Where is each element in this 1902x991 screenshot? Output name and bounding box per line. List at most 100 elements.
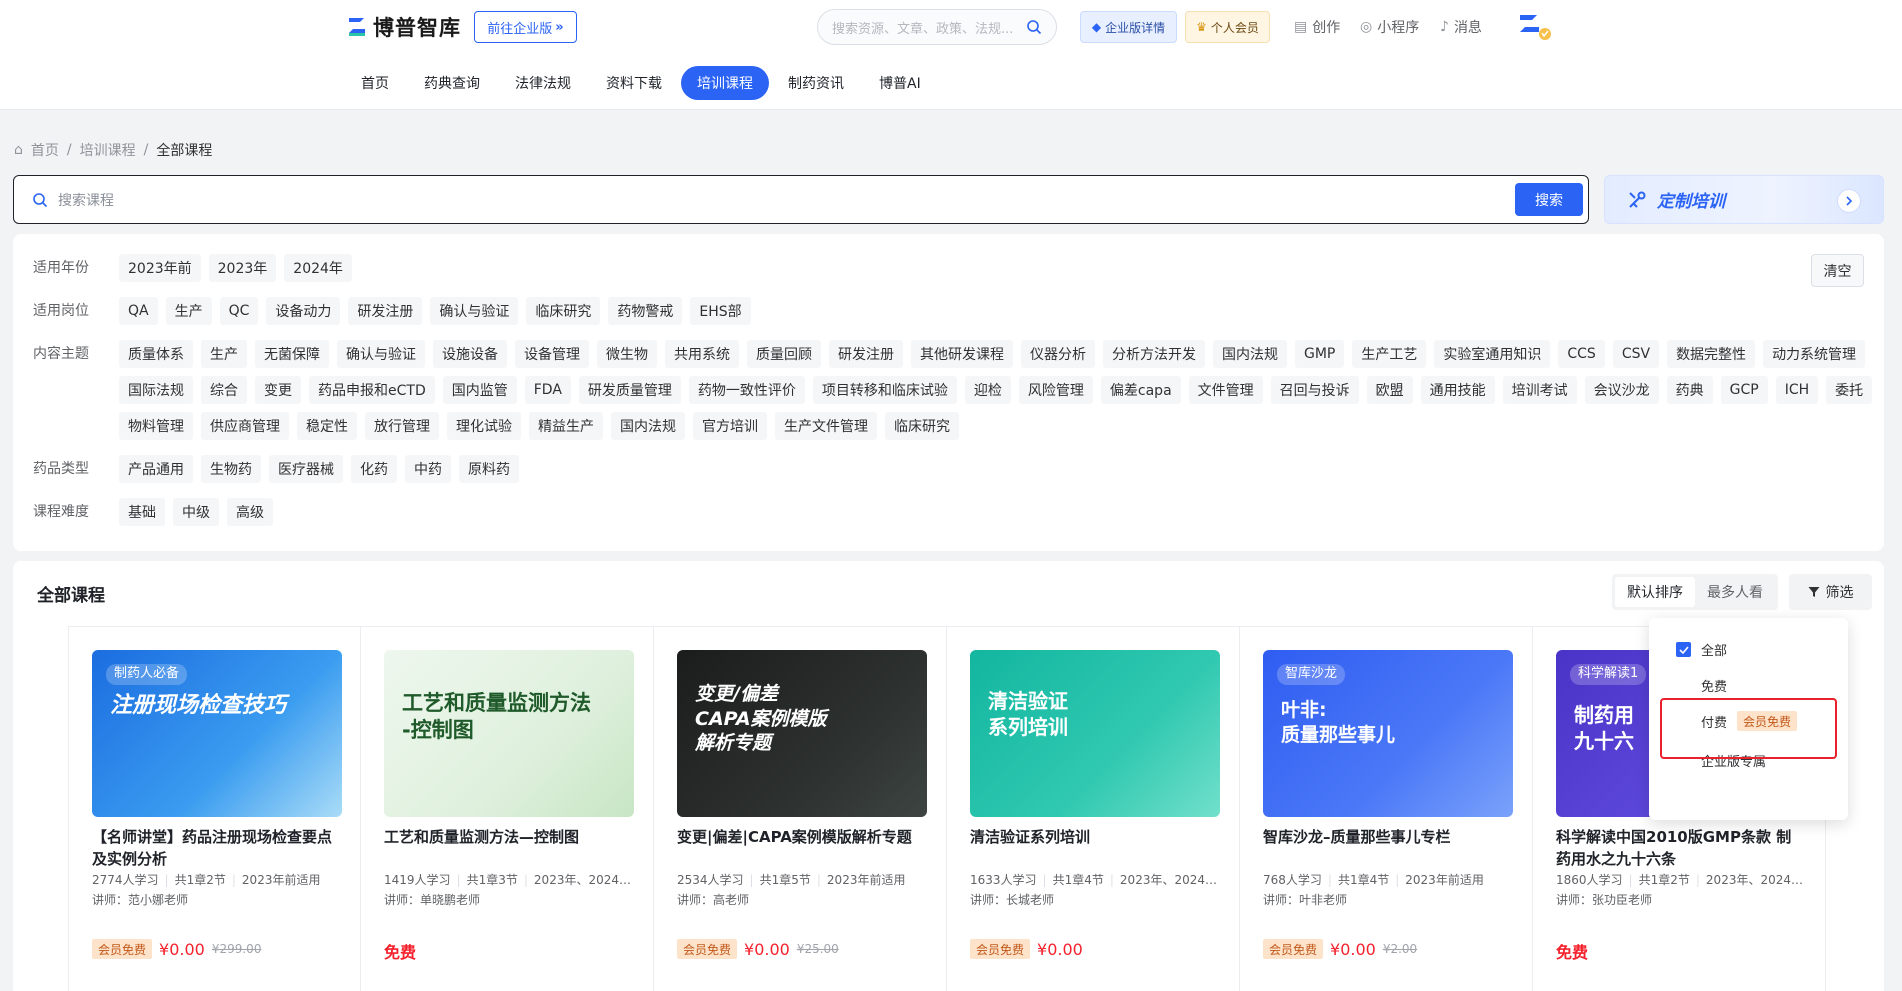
course-title[interactable]: 智库沙龙–质量那些事儿专栏 [1263,826,1512,870]
filter-tag[interactable]: 药典 [1666,376,1713,404]
filter-tag[interactable]: 国际法规 [119,376,193,404]
filter-tag[interactable]: 研发质量管理 [578,376,681,404]
filter-tag[interactable]: 国内法规 [611,412,685,440]
nav-training[interactable]: 培训课程 [681,66,769,100]
filter-tag[interactable]: 医疗器械 [269,455,343,483]
filter-tag[interactable]: 供应商管理 [201,412,289,440]
filter-tag[interactable]: GCP [1720,376,1768,404]
filter-tag[interactable]: QA [119,297,158,325]
filter-tag[interactable]: 放行管理 [365,412,439,440]
filter-tag[interactable]: 微生物 [597,340,657,368]
logo[interactable]: 博普智库 [347,12,461,42]
filter-tag[interactable]: 高级 [227,498,273,526]
sort-most-viewed[interactable]: 最多人看 [1695,577,1775,607]
breadcrumb-training[interactable]: 培训课程 [80,140,136,160]
filter-tag[interactable]: 文件管理 [1188,376,1263,404]
filter-tag[interactable]: 召回与投诉 [1270,376,1359,404]
filter-tag[interactable]: GMP [1295,340,1345,368]
filter-tag[interactable]: 2023年 [208,254,277,282]
filter-tag[interactable]: 产品通用 [119,455,193,483]
course-title[interactable]: 变更|偏差|CAPA案例模版解析专题 [677,826,926,870]
filter-tag[interactable]: ICH [1775,376,1819,404]
filter-tag[interactable]: 临床研究 [885,412,959,440]
filter-tag[interactable]: 设施设备 [433,340,507,368]
enterprise-details-button[interactable]: ◆ 企业版详情 [1080,11,1177,43]
filter-tag[interactable]: CCS [1558,340,1605,368]
filter-tag[interactable]: 理化试验 [447,412,521,440]
filter-tag[interactable]: 无菌保障 [255,340,329,368]
filter-tag[interactable]: 质量体系 [119,340,193,368]
nav-home[interactable]: 首页 [345,66,405,100]
filter-tag[interactable]: 国内监管 [442,376,517,404]
personal-member-button[interactable]: ♛ 个人会员 [1185,11,1270,43]
filter-tag[interactable]: 分析方法开发 [1103,340,1205,368]
nav-laws[interactable]: 法律法规 [499,66,587,100]
course-title[interactable]: 工艺和质量监测方法—控制图 [384,826,633,870]
filter-tag[interactable]: 通用技能 [1420,376,1495,404]
filter-tag[interactable]: 风险管理 [1018,376,1093,404]
course-card[interactable]: 工艺和质量监测方法 -控制图 工艺和质量监测方法—控制图 1419人学习 | 共1章3节… [361,627,654,991]
filter-tag[interactable]: 药品申报和eCTD [309,376,435,404]
nav-ai[interactable]: 博普AI [863,66,937,100]
filter-tag[interactable]: 生产工艺 [1352,340,1427,368]
filter-tag[interactable]: 培训考试 [1502,376,1577,404]
filter-tag[interactable]: EHS部 [690,297,751,325]
course-card[interactable]: 智库沙龙 叶非: 质量那些事儿 智库沙龙–质量那些事儿专栏 768人学习 | 共1章4节 |… [1240,627,1533,991]
filter-tag[interactable]: 药物一致性评价 [688,376,805,404]
filter-tag[interactable]: 仪器分析 [1021,340,1095,368]
filter-tag[interactable]: 临床研究 [526,297,601,325]
course-search-input[interactable]: 搜索课程 搜索 [13,175,1589,224]
filter-tag[interactable]: 其他研发课程 [911,340,1013,368]
course-thumbnail[interactable]: 变更/偏差 CAPA案例模版 解析专题 [677,650,927,817]
custom-training-banner[interactable]: 定制培训 [1604,175,1884,224]
search-button[interactable]: 搜索 [1515,183,1583,216]
course-title[interactable]: 清洁验证系列培训 [970,826,1219,870]
filter-tag[interactable]: 2023年前 [119,254,201,282]
filter-tag[interactable]: 设备动力 [266,297,341,325]
user-avatar[interactable] [1518,12,1552,42]
filter-tag[interactable]: 实验室通用知识 [1434,340,1551,368]
breadcrumb-home[interactable]: 首页 [31,140,59,160]
nav-downloads[interactable]: 资料下载 [590,66,678,100]
filter-tag[interactable]: FDA [524,376,571,404]
filter-tag[interactable]: 2024年 [284,254,352,282]
dropdown-option-all[interactable]: 全部 [1676,640,1727,659]
filter-tag[interactable]: 生物药 [201,455,261,483]
messages-button[interactable]: ♪ 消息 [1440,17,1482,37]
filter-tag[interactable]: 稳定性 [297,412,357,440]
sort-default[interactable]: 默认排序 [1615,577,1695,607]
course-thumbnail[interactable]: 智库沙龙 叶非: 质量那些事儿 [1263,650,1513,817]
chevron-right-icon[interactable] [1837,189,1861,213]
filter-tag[interactable]: 生产 [165,297,212,325]
nav-pharmacopoeia[interactable]: 药典查询 [408,66,496,100]
course-thumbnail[interactable]: 工艺和质量监测方法 -控制图 [384,650,634,817]
mini-program-button[interactable]: ◎ 小程序 [1360,17,1419,37]
create-button[interactable]: ▤ 创作 [1294,17,1340,37]
filter-tag[interactable]: 物料管理 [119,412,193,440]
filter-tag[interactable]: 项目转移和临床试验 [812,376,957,404]
search-icon[interactable] [1026,19,1042,35]
checkbox-checked-icon[interactable] [1676,642,1691,657]
course-title[interactable]: 【名师讲堂】药品注册现场检查要点及实例分析 [92,826,340,870]
filter-tag[interactable]: 基础 [119,498,165,526]
filter-tag[interactable]: 中药 [405,455,451,483]
course-card[interactable]: 清洁验证 系列培训 清洁验证系列培训 1633人学习 | 共1章4节 | 2023年、202… [947,627,1240,991]
global-search-input[interactable]: 搜索资源、文章、政策、法规... [817,9,1057,45]
filter-tag[interactable]: 中级 [173,498,219,526]
filter-tag[interactable]: 确认与验证 [337,340,425,368]
course-thumbnail[interactable]: 制药人必备 注册现场检查技巧 [92,650,342,817]
filter-tag[interactable]: 生产文件管理 [775,412,877,440]
course-thumbnail[interactable]: 清洁验证 系列培训 [970,650,1220,817]
course-card[interactable]: 变更/偏差 CAPA案例模版 解析专题 变更|偏差|CAPA案例模版解析专题 253… [654,627,947,991]
course-title[interactable]: 科学解读中国2010版GMP条款 制药用水之九十六条 [1556,826,1805,870]
filter-tag[interactable]: 研发注册 [348,297,423,325]
filter-tag[interactable]: 化药 [351,455,397,483]
filter-tag[interactable]: 设备管理 [515,340,589,368]
filter-tag[interactable]: 会议沙龙 [1584,376,1659,404]
course-card[interactable]: 制药人必备 注册现场检查技巧 【名师讲堂】药品注册现场检查要点及实例分析 2774人学… [68,627,361,991]
filter-tag[interactable]: 研发注册 [829,340,903,368]
filter-tag[interactable]: 变更 [255,376,301,404]
filter-tag[interactable]: 确认与验证 [430,297,519,325]
filter-tag[interactable]: 质量回顾 [747,340,821,368]
filter-tag[interactable]: 动力系统管理 [1763,340,1866,368]
